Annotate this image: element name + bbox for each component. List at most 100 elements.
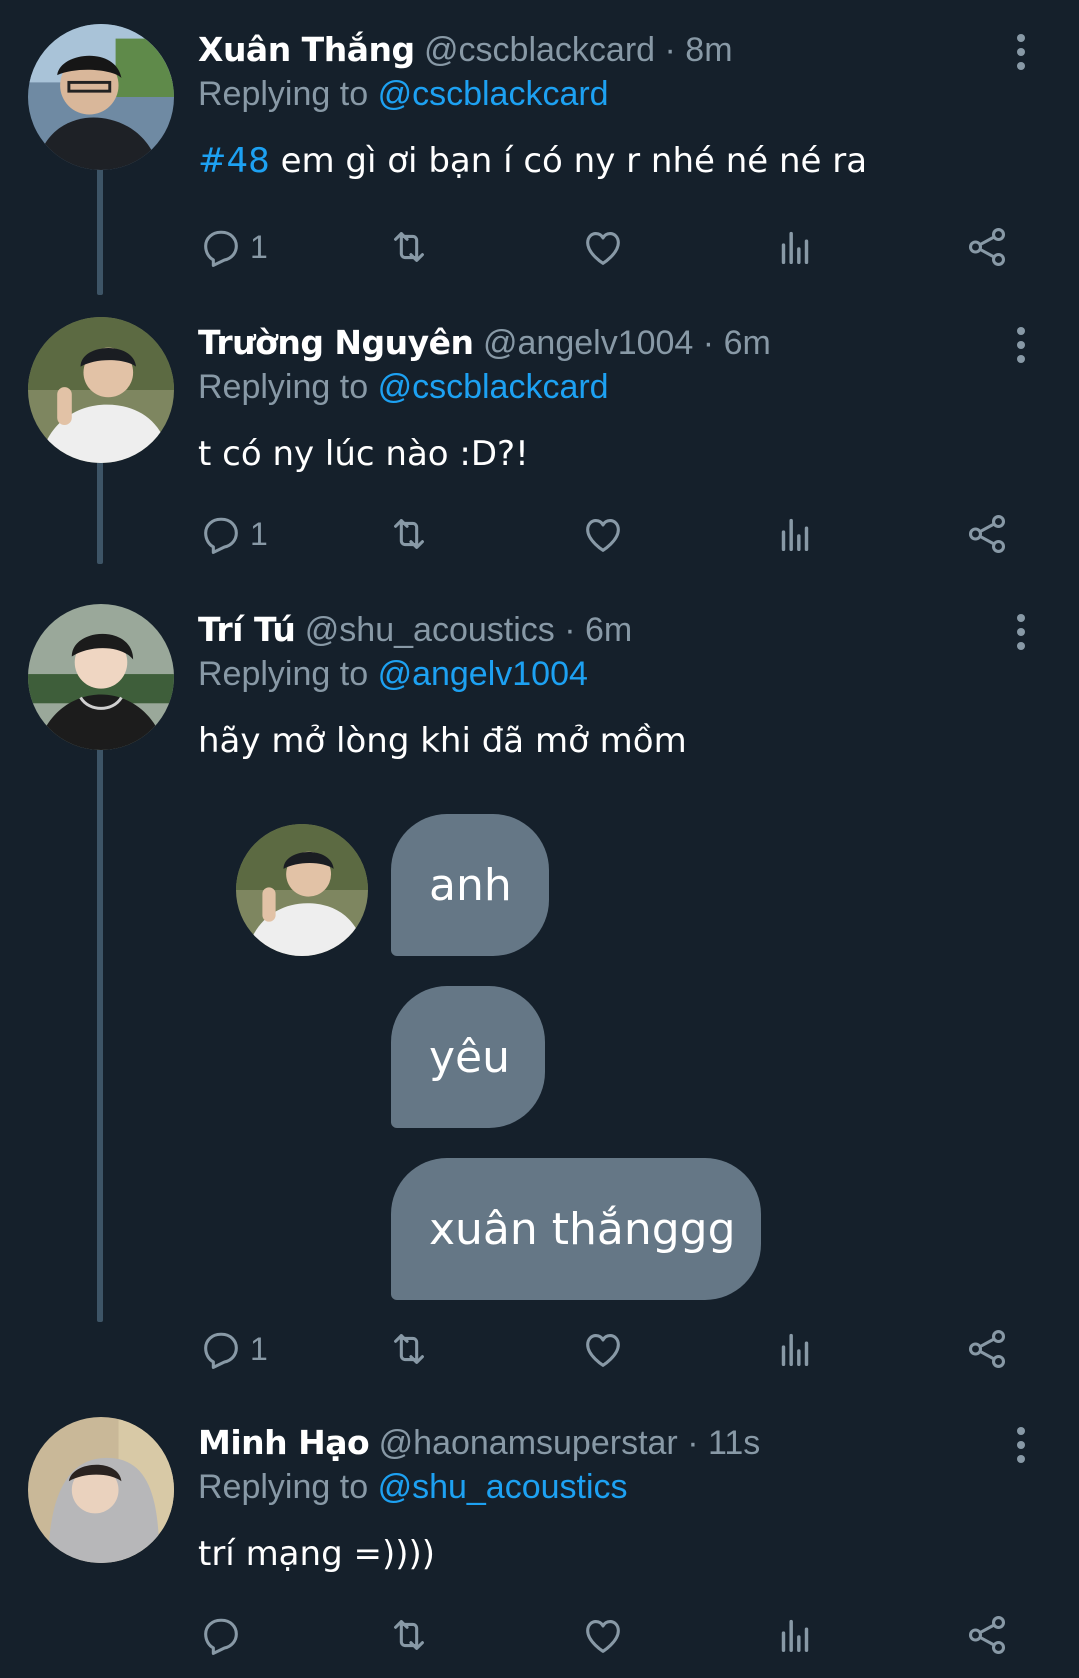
tweet[interactable]: Trí Tú @shu_acoustics · 6m Replying to @… [0, 600, 1079, 1390]
reply-icon [198, 1326, 244, 1372]
like-icon [580, 224, 626, 270]
more-icon[interactable] [1012, 32, 1030, 72]
timestamp[interactable]: 6m [585, 611, 632, 649]
author-name[interactable]: Xuân Thắng [198, 30, 415, 69]
share-button[interactable] [964, 509, 1010, 559]
reply-button[interactable] [198, 1610, 250, 1660]
mention-link[interactable]: @shu_acoustics [378, 1468, 628, 1506]
share-icon [964, 224, 1010, 270]
tweet-body: trí mạng =)))) [198, 1534, 436, 1574]
like-icon [580, 1612, 626, 1658]
tweet-body: em gì ơi bạn í có ny r nhé né né ra [280, 141, 868, 181]
tweet-text: t có ny lúc nào :D?! [198, 433, 529, 475]
tweet-header: Xuân Thắng @cscblackcard · 8m [198, 30, 733, 70]
analytics-icon [772, 1326, 818, 1372]
avatar[interactable] [28, 1417, 174, 1563]
share-icon [964, 511, 1010, 557]
analytics-icon [772, 1612, 818, 1658]
replying-to: Replying to @shu_acoustics [198, 1467, 628, 1507]
chat-bubble: yêu [391, 986, 545, 1128]
author-name[interactable]: Minh Hạo [198, 1423, 370, 1462]
avatar[interactable] [28, 604, 174, 750]
like-button[interactable] [580, 509, 626, 559]
like-button[interactable] [580, 1324, 626, 1374]
tweet-body: hãy mở lòng khi đã mở mồm [198, 721, 687, 761]
reply-icon [198, 224, 244, 270]
reply-button[interactable]: 1 [198, 1324, 268, 1374]
tweet-body: t có ny lúc nào :D?! [198, 434, 529, 474]
timestamp[interactable]: 8m [685, 31, 732, 69]
analytics-button[interactable] [772, 1324, 818, 1374]
analytics-button[interactable] [772, 222, 818, 272]
share-button[interactable] [964, 222, 1010, 272]
replying-prefix: Replying to [198, 368, 369, 406]
reply-button[interactable]: 1 [198, 222, 268, 272]
analytics-button[interactable] [772, 509, 818, 559]
tweet-header: Trường Nguyên @angelv1004 · 6m [198, 323, 771, 363]
avatar[interactable] [28, 317, 174, 463]
reply-icon [198, 1612, 244, 1658]
replying-to: Replying to @angelv1004 [198, 654, 588, 694]
reply-count: 1 [250, 228, 268, 265]
retweet-icon [386, 1612, 432, 1658]
more-icon[interactable] [1012, 1425, 1030, 1465]
retweet-icon [386, 1326, 432, 1372]
tweet[interactable]: Xuân Thắng @cscblackcard · 8m Replying t… [0, 20, 1079, 290]
author-handle[interactable]: @cscblackcard [424, 31, 655, 69]
analytics-button[interactable] [772, 1610, 818, 1660]
author-handle[interactable]: @shu_acoustics [305, 611, 555, 649]
share-button[interactable] [964, 1610, 1010, 1660]
analytics-icon [772, 511, 818, 557]
chat-avatar [236, 824, 368, 956]
separator-dot: · [564, 611, 576, 649]
retweet-button[interactable] [386, 509, 432, 559]
author-name[interactable]: Trường Nguyên [198, 323, 474, 362]
author-name[interactable]: Trí Tú [198, 610, 296, 649]
attached-image[interactable]: anh yêu xuân thắnggg [0, 814, 1079, 1312]
hashtag-link[interactable]: #48 [198, 141, 270, 181]
replying-to: Replying to @cscblackcard [198, 74, 609, 114]
like-icon [580, 1326, 626, 1372]
replying-prefix: Replying to [198, 1468, 369, 1506]
mention-link[interactable]: @cscblackcard [378, 368, 609, 406]
mention-link[interactable]: @angelv1004 [378, 655, 588, 693]
retweet-button[interactable] [386, 1324, 432, 1374]
timestamp[interactable]: 6m [724, 324, 771, 362]
like-button[interactable] [580, 222, 626, 272]
reply-count: 1 [250, 1330, 268, 1367]
separator-dot: · [702, 324, 715, 362]
avatar[interactable] [28, 24, 174, 170]
replying-prefix: Replying to [198, 75, 369, 113]
like-button[interactable] [580, 1610, 626, 1660]
tweet[interactable]: Trường Nguyên @angelv1004 · 6m Replying … [0, 313, 1079, 573]
mention-link[interactable]: @cscblackcard [378, 75, 609, 113]
separator-dot: · [687, 1424, 699, 1462]
chat-bubble: anh [391, 814, 549, 956]
retweet-button[interactable] [386, 1610, 432, 1660]
reply-button[interactable]: 1 [198, 509, 268, 559]
tweet-header: Minh Hạo @haonamsuperstar · 11s [198, 1423, 760, 1463]
replying-prefix: Replying to [198, 655, 369, 693]
tweet-actions: 1 [198, 509, 1018, 559]
chat-bubble: xuân thắnggg [391, 1158, 761, 1300]
tweet[interactable]: Minh Hạo @haonamsuperstar · 11s Replying… [0, 1413, 1079, 1678]
retweet-icon [386, 224, 432, 270]
reply-count: 1 [250, 515, 268, 552]
separator-dot: · [664, 31, 676, 69]
author-handle[interactable]: @haonamsuperstar [379, 1424, 678, 1462]
author-handle[interactable]: @angelv1004 [483, 324, 693, 362]
retweet-button[interactable] [386, 222, 432, 272]
share-button[interactable] [964, 1324, 1010, 1374]
share-icon [964, 1326, 1010, 1372]
tweet-text: #48 em gì ơi bạn í có ny r nhé né né ra [198, 140, 867, 182]
retweet-icon [386, 511, 432, 557]
tweet-actions [198, 1610, 1018, 1660]
share-icon [964, 1612, 1010, 1658]
more-icon[interactable] [1012, 325, 1030, 365]
tweet-header: Trí Tú @shu_acoustics · 6m [198, 610, 632, 650]
replying-to: Replying to @cscblackcard [198, 367, 609, 407]
more-icon[interactable] [1012, 612, 1030, 652]
tweet-actions: 1 [198, 1324, 1018, 1374]
timestamp[interactable]: 11s [708, 1424, 760, 1462]
tweet-actions: 1 [198, 222, 1018, 272]
